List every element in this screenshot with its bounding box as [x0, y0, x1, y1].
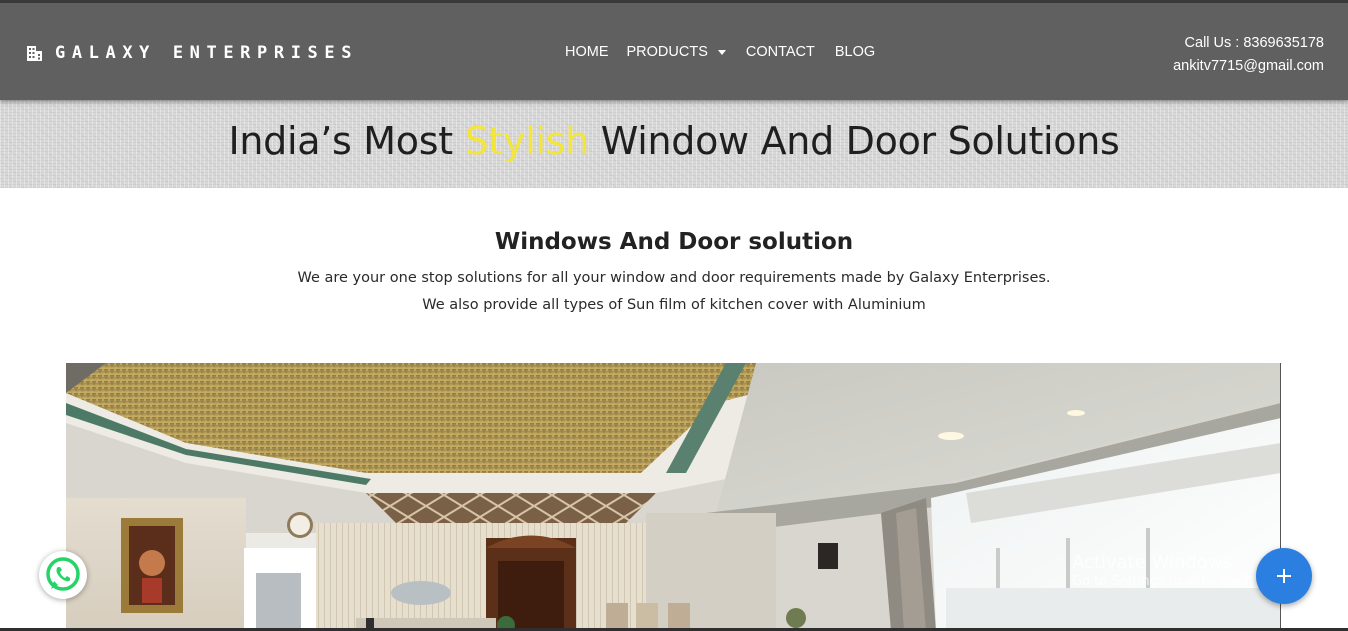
nav-products-dropdown[interactable]: PRODUCTS: [627, 44, 726, 60]
nav-blog-link[interactable]: BLOG: [835, 44, 875, 60]
phone-number[interactable]: Call Us : 8369635178: [1173, 32, 1324, 55]
hero-title: India’s Most Stylish Window And Door Sol…: [0, 119, 1348, 163]
header-contact-info: Call Us : 8369635178 ankitv7715@gmail.co…: [1173, 32, 1324, 78]
brand-logo[interactable]: GALAXY ENTERPRISES: [25, 41, 358, 65]
whatsapp-chat-button[interactable]: [39, 551, 87, 599]
nav-products-label: PRODUCTS: [626, 44, 708, 60]
hero-title-highlight: Stylish: [464, 119, 590, 163]
plus-icon: [1277, 569, 1291, 583]
caret-down-icon: [717, 49, 726, 55]
hero-title-end: Window And Door Solutions: [589, 119, 1120, 163]
nav-home-link[interactable]: HOME: [565, 44, 609, 60]
nav-contact-link[interactable]: CONTACT: [746, 44, 815, 60]
floating-action-button[interactable]: [1256, 548, 1312, 604]
interior-photo-illustration: [66, 363, 1280, 631]
hero-title-start: India’s Most: [228, 119, 465, 163]
interior-photo: [66, 363, 1281, 631]
building-icon: [27, 45, 42, 61]
whatsapp-icon: [46, 557, 80, 591]
hero-banner: India’s Most Stylish Window And Door Sol…: [0, 100, 1348, 188]
navbar: GALAXY ENTERPRISES HOME PRODUCTS CONTACT…: [0, 3, 1348, 100]
email-address[interactable]: ankitv7715@gmail.com: [1173, 55, 1324, 78]
section-heading: Windows And Door solution: [494, 229, 854, 255]
intro-text-line-2: We also provide all types of Sun film of…: [422, 297, 926, 313]
brand-name: GALAXY ENTERPRISES: [55, 43, 359, 63]
main-nav: HOME PRODUCTS CONTACT BLOG: [565, 43, 875, 61]
intro-text-line-1: We are your one stop solutions for all y…: [297, 270, 1051, 286]
